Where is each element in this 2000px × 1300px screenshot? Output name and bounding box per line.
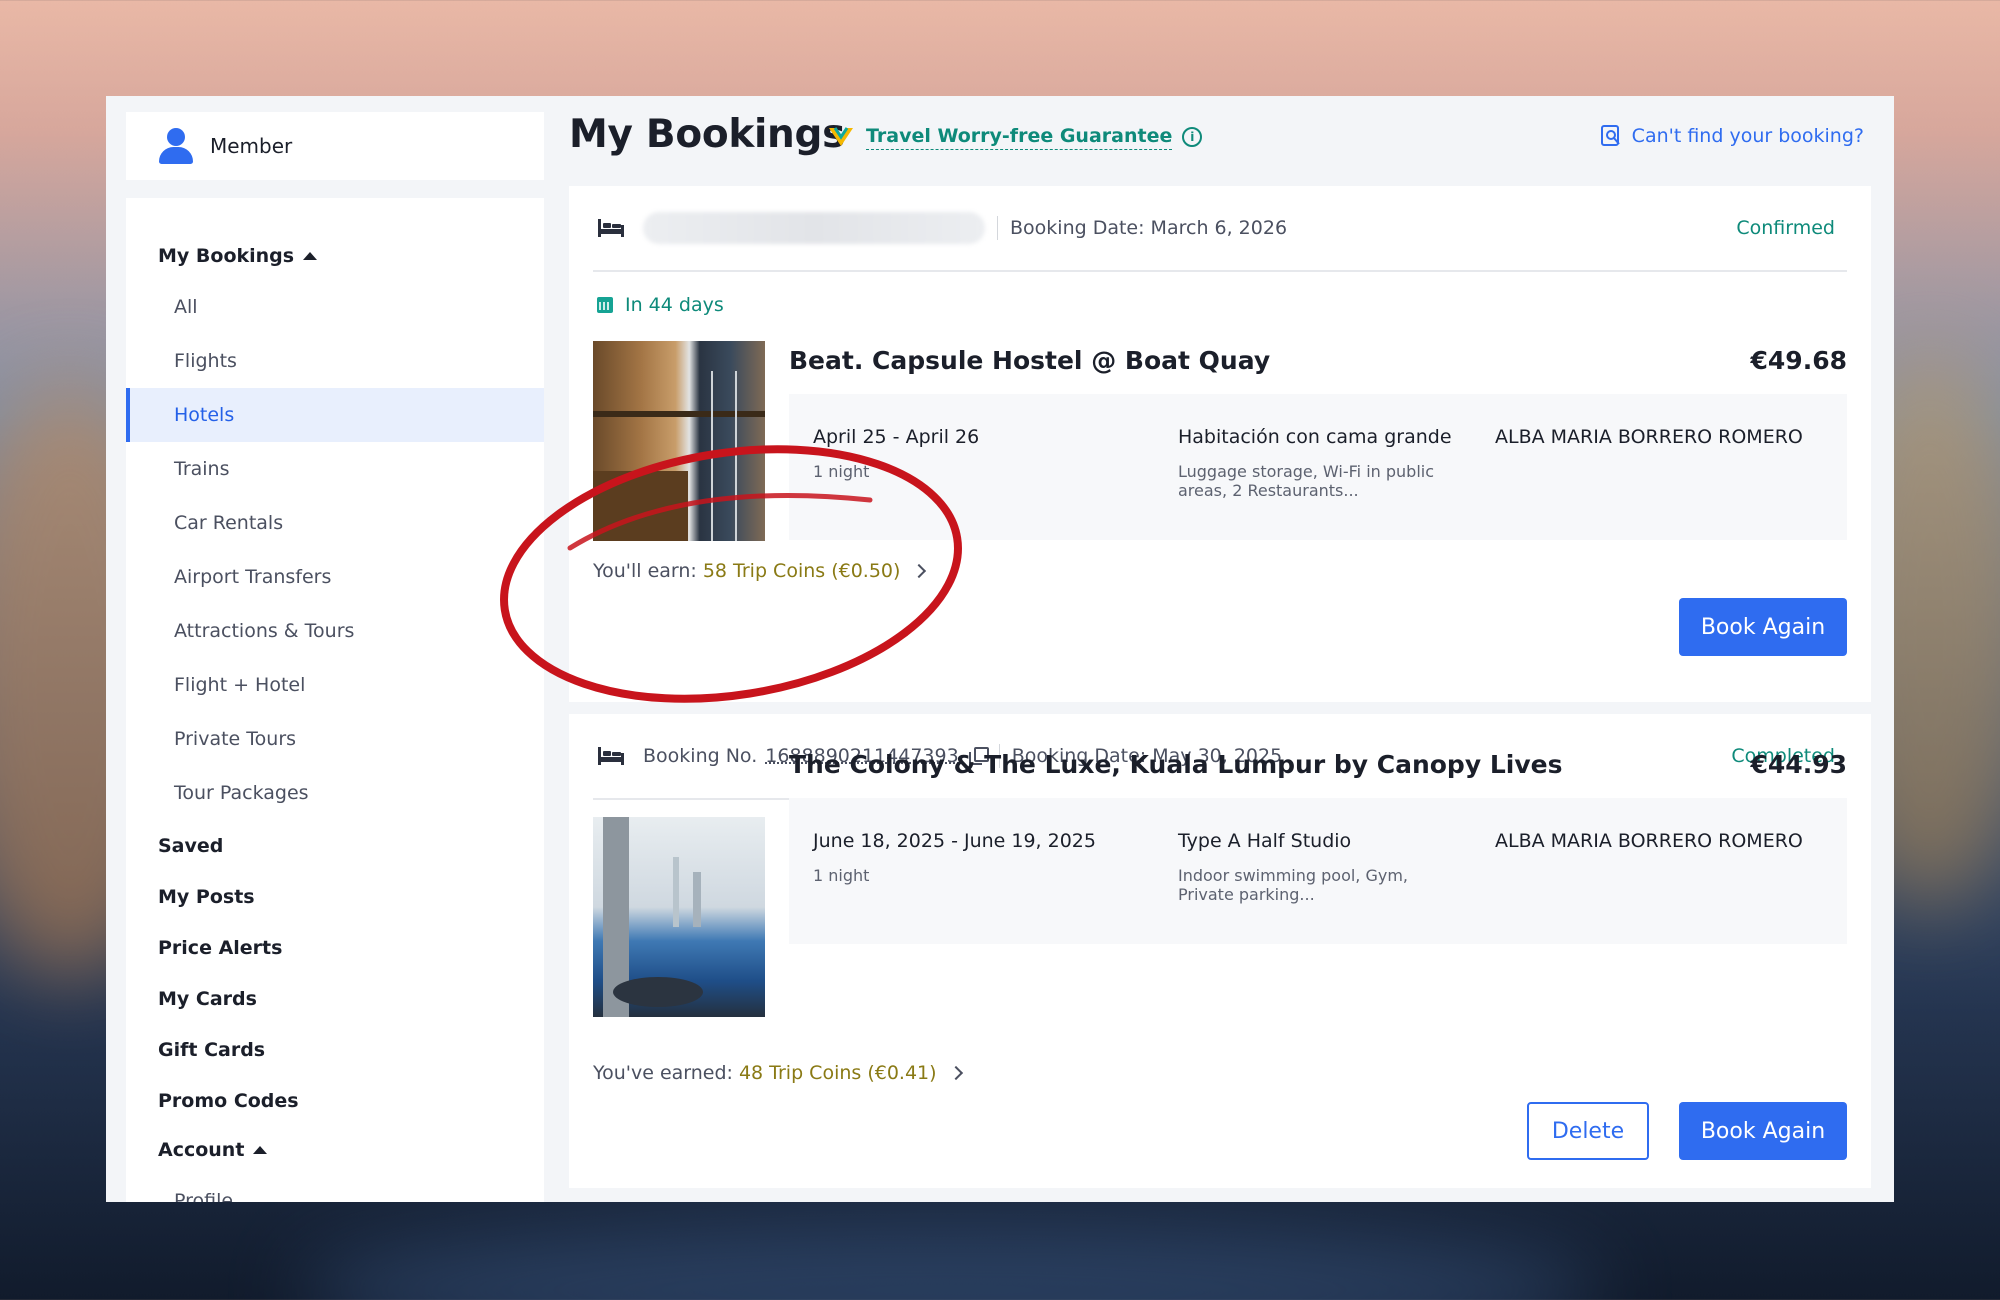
sidebar-item-attractions-tours[interactable]: Attractions & Tours [126, 604, 544, 658]
sidebar-account-header[interactable]: Account [126, 1126, 544, 1174]
room-amenities: Luggage storage, Wi-Fi in public areas, … [1178, 458, 1452, 504]
booking-card-header: Booking Date: March 6, 2026 Confirmed [593, 186, 1847, 272]
travel-guarantee-link[interactable]: Travel Worry-free Guarantee i [826, 124, 1203, 150]
sidebar-item-flights[interactable]: Flights [126, 334, 544, 388]
chevron-right-icon [948, 1065, 963, 1081]
search-document-icon [1600, 125, 1620, 146]
stay-dates: April 25 - April 26 1 night [813, 426, 979, 485]
hotel-photo[interactable] [593, 817, 765, 1017]
cant-find-label: Can't find your booking? [1631, 125, 1864, 147]
stay-nights: 1 night [813, 866, 870, 885]
trip-coins-earn[interactable]: You'll earn: 58 Trip Coins (€0.50) [593, 560, 927, 582]
sidebar-item-trains[interactable]: Trains [126, 442, 544, 496]
member-label: Member [210, 134, 293, 158]
sidebar-item-my-cards[interactable]: My Cards [126, 973, 544, 1024]
blurred-booking-number [643, 212, 985, 244]
guest-name: ALBA MARIA BORRERO ROMERO [1495, 830, 1803, 852]
booking-date: Booking Date: March 6, 2026 [1010, 217, 1288, 239]
app-window: Member My Bookings All Flights Hotels Tr… [106, 96, 1894, 1202]
sidebar-my-bookings-label: My Bookings [158, 245, 295, 267]
caret-up-icon [253, 1146, 268, 1154]
stay-date-range: April 25 - April 26 [813, 426, 980, 448]
calendar-icon [597, 297, 613, 313]
guest-info: ALBA MARIA BORRERO ROMERO [1495, 426, 1803, 448]
sidebar-item-hotels[interactable]: Hotels [126, 388, 544, 442]
room-type: Habitación con cama grande [1178, 426, 1452, 448]
book-again-button[interactable]: Book Again [1679, 1102, 1847, 1160]
room-info: Habitación con cama grande Luggage stora… [1178, 426, 1452, 504]
stay-date-range: June 18, 2025 - June 19, 2025 [813, 830, 1096, 852]
stay-dates: June 18, 2025 - June 19, 2025 1 night [813, 830, 1096, 889]
member-card[interactable]: Member [126, 112, 544, 180]
booking-card-2: Booking No. 1688890211447393 Booking Dat… [569, 714, 1871, 1188]
caret-up-icon [303, 252, 318, 260]
sidebar-item-all[interactable]: All [126, 280, 544, 334]
booking-price: €44.93 [1750, 750, 1847, 779]
hotel-name[interactable]: The Colony & The Luxe, Kuala Lumpur by C… [789, 750, 1562, 779]
divider [997, 216, 998, 240]
bed-icon [598, 219, 624, 237]
booking-card-1: Booking Date: March 6, 2026 Confirmed In… [569, 186, 1871, 702]
sidebar-item-private-tours[interactable]: Private Tours [126, 712, 544, 766]
sidebar-account-label: Account [158, 1139, 245, 1161]
booking-details: April 25 - April 26 1 night Habitación c… [789, 394, 1847, 540]
earn-label: You'll earn: [593, 560, 697, 582]
sidebar: My Bookings All Flights Hotels Trains Ca… [126, 198, 544, 1202]
sidebar-my-bookings-header[interactable]: My Bookings [126, 232, 544, 280]
delete-button[interactable]: Delete [1527, 1102, 1649, 1160]
chevron-right-icon [912, 563, 927, 579]
book-again-button[interactable]: Book Again [1679, 598, 1847, 656]
guarantee-heart-icon [829, 127, 853, 146]
booking-price: €49.68 [1750, 346, 1847, 375]
user-avatar-icon [158, 128, 194, 164]
sidebar-item-profile[interactable]: Profile [126, 1174, 544, 1202]
sidebar-item-flight-hotel[interactable]: Flight + Hotel [126, 658, 544, 712]
room-amenities: Indoor swimming pool, Gym, Private parki… [1178, 862, 1408, 908]
countdown: In 44 days [597, 294, 724, 316]
guarantee-label: Travel Worry-free Guarantee [866, 125, 1173, 150]
guest-name: ALBA MARIA BORRERO ROMERO [1495, 426, 1803, 448]
background-glow-bottom [300, 1220, 1600, 1300]
hotel-name[interactable]: Beat. Capsule Hostel @ Boat Quay [789, 346, 1270, 375]
trip-coins-amount: 58 Trip Coins (€0.50) [702, 560, 901, 582]
sidebar-item-gift-cards[interactable]: Gift Cards [126, 1024, 544, 1075]
earn-label: You've earned: [593, 1062, 733, 1084]
room-info: Type A Half Studio Indoor swimming pool,… [1178, 830, 1408, 908]
sidebar-item-car-rentals[interactable]: Car Rentals [126, 496, 544, 550]
sidebar-item-price-alerts[interactable]: Price Alerts [126, 922, 544, 973]
bed-icon [598, 747, 624, 765]
booking-number-label: Booking No. [643, 745, 758, 767]
page-title: My Bookings [569, 112, 846, 157]
trip-coins-amount: 48 Trip Coins (€0.41) [738, 1062, 937, 1084]
sidebar-item-my-posts[interactable]: My Posts [126, 871, 544, 922]
booking-details: June 18, 2025 - June 19, 2025 1 night Ty… [789, 798, 1847, 944]
info-icon[interactable]: i [1182, 127, 1203, 147]
countdown-label: In 44 days [625, 294, 724, 316]
stay-nights: 1 night [813, 462, 870, 481]
room-type: Type A Half Studio [1178, 830, 1352, 852]
hotel-photo[interactable] [593, 341, 765, 541]
guest-info: ALBA MARIA BORRERO ROMERO [1495, 830, 1803, 852]
cant-find-booking-link[interactable]: Can't find your booking? [1600, 124, 1864, 148]
status-badge: Confirmed [1736, 217, 1835, 239]
sidebar-item-tour-packages[interactable]: Tour Packages [126, 766, 544, 820]
sidebar-item-airport-transfers[interactable]: Airport Transfers [126, 550, 544, 604]
trip-coins-earned[interactable]: You've earned: 48 Trip Coins (€0.41) [593, 1062, 963, 1084]
sidebar-item-saved[interactable]: Saved [126, 820, 544, 871]
sidebar-item-promo-codes[interactable]: Promo Codes [126, 1075, 544, 1126]
